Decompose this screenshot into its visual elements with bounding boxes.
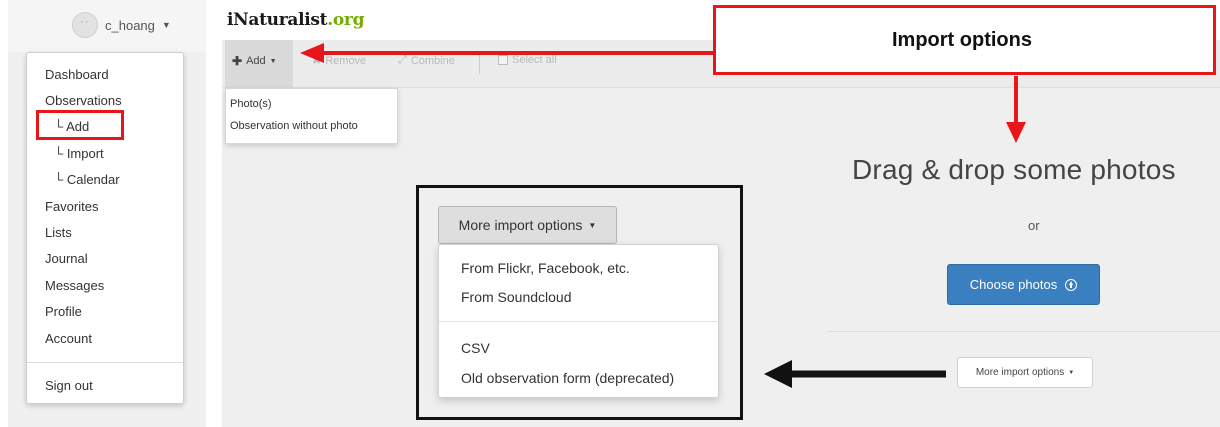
add-highlight-box [36,110,124,140]
user-dropdown-menu: Dashboard Observations └ Add └ Import └ … [26,52,184,404]
screenshot-composite: c_hoang ▼ Dashboard Observations └ Add └… [0,0,1220,427]
import-options-callout: Import options [713,5,1216,75]
more-import-options-label: More import options [975,367,1065,378]
caret-down-icon: ▼ [161,20,171,30]
add-button[interactable]: ✚ Add ▼ [225,40,293,88]
add-button-content: ✚ Add ▼ [232,54,277,68]
toolbar-divider [479,52,480,74]
menu-item-import[interactable]: └ Import [54,146,104,162]
import-option-old-observation-form[interactable]: Old observation form (deprecated) [461,370,674,386]
choose-photos-label: Choose photos [969,277,1058,292]
inaturalist-logo[interactable]: iNaturalist.org [227,10,364,30]
import-option-flickr-facebook[interactable]: From Flickr, Facebook, etc. [461,260,630,276]
top-nav-bar: c_hoang ▼ [8,0,206,52]
select-all-button[interactable]: Select all [498,54,557,66]
remove-icon: ✖ [312,55,322,67]
caret-down-icon: ▼ [588,220,597,230]
callout-text: Import options [892,29,1032,51]
menu-divider [439,321,718,322]
choose-photos-button[interactable]: Choose photos [947,264,1100,305]
upload-icon [1065,278,1078,291]
add-label: Add [246,55,266,67]
checkbox-icon [498,55,508,65]
drop-zone-title: Drag & drop some photos [852,154,1176,185]
add-option-photos[interactable]: Photo(s) [230,98,272,110]
remove-label: Remove [325,54,367,67]
user-menu-toggle[interactable]: c_hoang ▼ [72,10,171,40]
menu-item-messages[interactable]: Messages [45,278,104,294]
or-text: or [1028,218,1040,233]
import-option-csv[interactable]: CSV [461,340,490,356]
menu-item-journal[interactable]: Journal [45,251,88,267]
section-divider [827,331,1220,332]
more-import-options-toggle-label: More import options [458,217,583,233]
select-all-label: Select all [512,54,557,66]
combine-button[interactable]: ⤢ Combine [398,54,455,67]
import-options-menu: From Flickr, Facebook, etc. From Soundcl… [438,244,719,398]
menu-item-lists[interactable]: Lists [45,225,72,241]
caret-down-icon: ▼ [1068,369,1075,376]
more-import-options-toggle[interactable]: More import options ▼ [438,206,617,244]
menu-item-observations[interactable]: Observations [45,93,122,109]
menu-divider [27,362,183,363]
combine-label: Combine [410,54,455,67]
logo-tld: .org [327,10,365,30]
remove-button[interactable]: ✖ Remove [312,54,367,68]
menu-item-profile[interactable]: Profile [45,304,82,320]
menu-item-sign-out[interactable]: Sign out [45,378,93,394]
plus-icon: ✚ [232,54,243,68]
user-menu-panel: c_hoang ▼ Dashboard Observations └ Add └… [8,0,206,427]
menu-item-favorites[interactable]: Favorites [45,199,98,215]
caret-down-icon: ▼ [269,57,277,65]
username: c_hoang [105,17,155,33]
more-import-options-button[interactable]: More import options ▼ [957,357,1093,388]
add-option-observation-without-photo[interactable]: Observation without photo [230,120,358,132]
add-dropdown-menu: Photo(s) Observation without photo [225,88,398,144]
menu-item-dashboard[interactable]: Dashboard [45,67,109,83]
menu-item-account[interactable]: Account [45,331,92,347]
import-option-soundcloud[interactable]: From Soundcloud [461,289,572,305]
menu-item-calendar[interactable]: └ Calendar [54,172,120,188]
avatar [72,12,98,38]
logo-main: iNaturalist [227,10,328,30]
combine-icon: ⤢ [398,54,407,66]
